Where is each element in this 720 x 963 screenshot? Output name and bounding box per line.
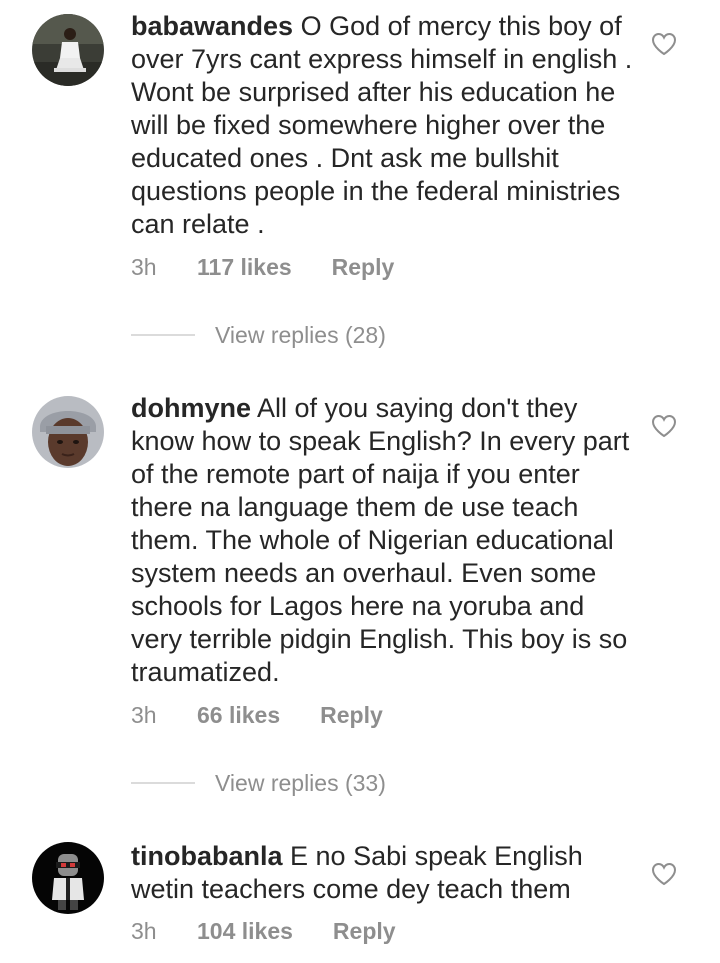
comment-meta: 3h 104 likes Reply [131,916,396,946]
comment-time: 3h [131,917,157,944]
profile-photo-icon [32,842,104,914]
view-replies-button[interactable]: View replies (28) [131,320,386,350]
comment-username[interactable]: babawandes [131,11,293,41]
profile-photo-icon [32,396,104,468]
like-button[interactable] [651,414,677,438]
avatar[interactable] [32,396,104,468]
reply-button[interactable]: Reply [333,918,396,945]
divider-line [131,782,195,784]
reply-button[interactable]: Reply [320,702,383,729]
comment-meta: 3h 66 likes Reply [131,700,383,730]
heart-outline-icon [651,414,677,438]
profile-photo-icon [32,14,104,86]
avatar[interactable] [32,14,104,86]
view-replies-label: View replies (28) [215,321,386,348]
comment-likes[interactable]: 104 likes [197,918,293,945]
comment-text: tinobabanla E no Sabi speak English weti… [131,840,641,906]
comment-likes[interactable]: 66 likes [197,702,280,729]
comment-body: All of you saying don't they know how to… [131,393,630,687]
comment-username[interactable]: dohmyne [131,393,251,423]
comment-meta: 3h 117 likes Reply [131,252,394,282]
comment-likes[interactable]: 117 likes [197,254,292,281]
comment-time: 3h [131,701,157,728]
comment-time: 3h [131,253,157,280]
heart-outline-icon [651,862,677,886]
reply-button[interactable]: Reply [332,254,395,281]
view-replies-label: View replies (33) [215,769,386,796]
heart-outline-icon [651,32,677,56]
like-button[interactable] [651,32,677,56]
avatar[interactable] [32,842,104,914]
divider-line [131,334,195,336]
comment-text: babawandes O God of mercy this boy of ov… [131,10,641,241]
view-replies-button[interactable]: View replies (33) [131,768,386,798]
comment-username[interactable]: tinobabanla [131,841,283,871]
comment-text: dohmyne All of you saying don't they kno… [131,392,641,689]
comment-body: O God of mercy this boy of over 7yrs can… [131,11,633,239]
like-button[interactable] [651,862,677,886]
